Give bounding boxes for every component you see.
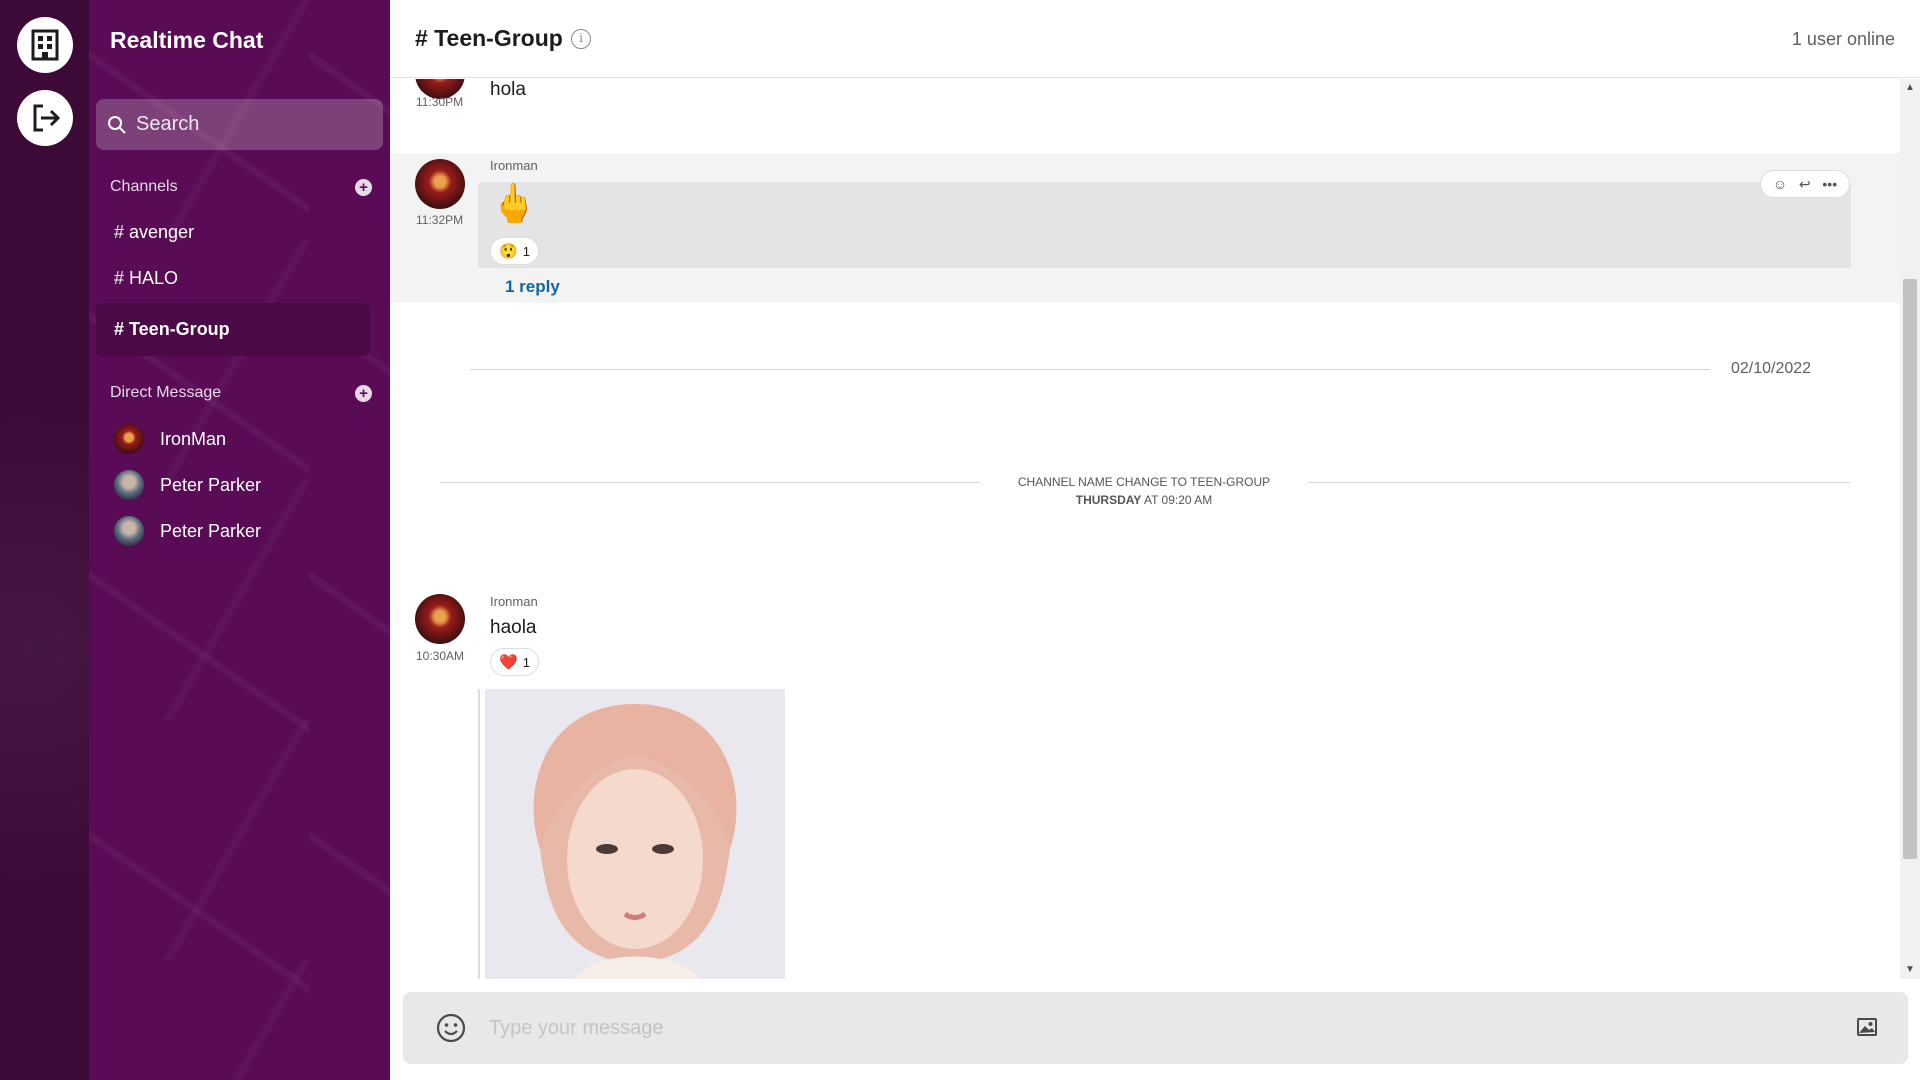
channel-item-teen-group[interactable]: # Teen-Group <box>96 303 370 356</box>
avatar <box>114 470 144 500</box>
notice-line2: THURSDAY AT 09:20 AM <box>980 491 1308 509</box>
reaction-count: 1 <box>522 654 530 670</box>
avatar <box>415 159 465 209</box>
attachment-border <box>478 689 480 979</box>
message-body <box>478 182 1851 268</box>
online-count: 1 user online <box>1791 29 1895 49</box>
message-sender: Ironman <box>490 158 538 173</box>
notice-divider-left <box>440 482 980 483</box>
channel-header: # Teen-Group i 1 user online <box>390 0 1920 78</box>
avatar <box>114 516 144 546</box>
channel-item-halo[interactable]: # HALO <box>96 252 370 305</box>
add-dm-icon[interactable]: + <box>355 384 372 402</box>
message-text: hola <box>490 79 526 100</box>
dm-name: IronMan <box>160 428 227 449</box>
message-time: 10:30AM <box>416 649 465 663</box>
add-reaction-icon[interactable]: ☺ <box>1773 176 1787 192</box>
date-divider: 02/10/2022 <box>1731 360 1812 377</box>
emoji-icon[interactable] <box>435 1012 467 1044</box>
message-input[interactable] <box>489 1012 1789 1044</box>
notice-divider-right <box>1308 482 1850 483</box>
search-icon <box>108 115 126 134</box>
logout-icon <box>33 104 61 132</box>
system-notice: CHANNEL NAME CHANGE TO TEEN-GROUP THURSD… <box>980 473 1308 509</box>
dm-item-peter-parker[interactable]: Peter Parker <box>114 470 261 500</box>
search-box[interactable] <box>96 99 383 150</box>
reaction-chip[interactable]: 😲 1 <box>490 237 539 265</box>
app-title: Realtime Chat <box>110 27 264 53</box>
reaction-emoji: ❤️ <box>499 654 518 671</box>
add-channel-icon[interactable]: + <box>355 178 372 196</box>
sidebar: Realtime Chat Channels + # avenger # HAL… <box>89 0 390 1080</box>
scrollbar-thumb[interactable] <box>1903 279 1917 859</box>
more-icon[interactable]: ••• <box>1822 176 1837 192</box>
message-scrollbar[interactable]: ▲ ▼ <box>1900 79 1920 979</box>
channel-title: # Teen-Group <box>415 25 563 51</box>
notice-time: AT 09:20 AM <box>1143 493 1213 507</box>
scroll-up-icon[interactable]: ▲ <box>1900 79 1920 97</box>
message-time: 11:32PM <box>416 213 464 227</box>
reaction-count: 1 <box>522 243 530 259</box>
message-sender: Ironman <box>490 594 538 609</box>
dm-name: Peter Parker <box>160 520 262 541</box>
image-upload-icon[interactable] <box>1856 1016 1878 1038</box>
date-divider-line <box>470 369 1710 370</box>
dm-item-peter-parker-2[interactable]: Peter Parker <box>114 516 261 546</box>
message-emoji: 🖕 <box>490 183 538 225</box>
scroll-down-icon[interactable]: ▼ <box>1900 961 1920 979</box>
notice-line1: CHANNEL NAME CHANGE TO TEEN-GROUP <box>1017 475 1271 489</box>
workspace-rail <box>0 0 89 1080</box>
message-text: haola <box>490 617 537 638</box>
building-icon <box>31 29 59 61</box>
message-list[interactable]: 11:30PM hola Ironman 11:32PM 🖕 😲 1 ☺ ↩ •… <box>390 79 1900 979</box>
reaction-chip[interactable]: ❤️ 1 <box>490 648 539 676</box>
dm-name: Peter Parker <box>160 474 262 495</box>
dm-item-ironman[interactable]: IronMan <box>114 424 226 454</box>
message-actions: ☺ ↩ ••• <box>1760 170 1850 198</box>
channels-header: Channels + <box>110 178 372 196</box>
reply-icon[interactable]: ↩ <box>1799 176 1811 193</box>
search-input[interactable] <box>136 113 376 136</box>
info-icon[interactable]: i <box>571 29 591 49</box>
notice-day: THURSDAY <box>1075 493 1142 507</box>
workspace-button[interactable] <box>17 17 73 73</box>
reaction-emoji: 😲 <box>499 243 518 260</box>
message-time: 11:30PM <box>416 95 464 109</box>
avatar <box>415 594 465 644</box>
message-composer <box>403 992 1908 1064</box>
logout-button[interactable] <box>17 90 73 146</box>
direct-message-header: Direct Message + <box>110 384 372 402</box>
replies-link[interactable]: 1 reply <box>505 277 560 297</box>
channels-label: Channels <box>110 178 178 195</box>
avatar <box>114 424 144 454</box>
image-attachment[interactable] <box>485 689 785 979</box>
direct-message-label: Direct Message <box>110 384 222 401</box>
